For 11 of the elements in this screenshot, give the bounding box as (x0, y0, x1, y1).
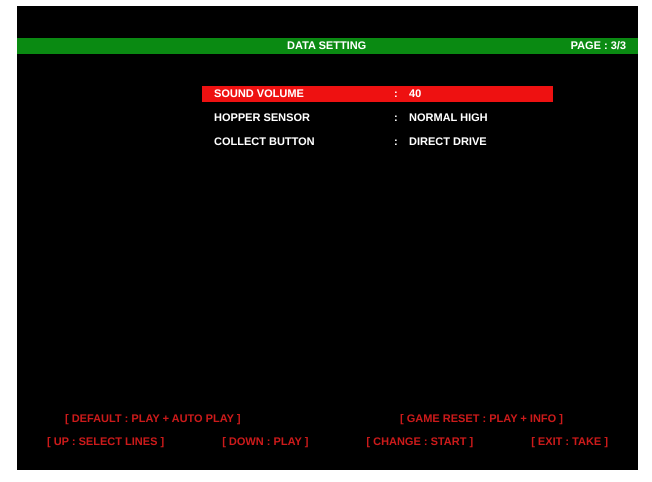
key-hint: [ DOWN : PLAY ] (222, 434, 308, 450)
key-hint: [ GAME RESET : PLAY + INFO ] (400, 412, 563, 427)
key-hint: [ UP : SELECT LINES ] (47, 434, 164, 450)
key-hint: [ DEFAULT : PLAY + AUTO PLAY ] (65, 412, 242, 427)
key-hint: [ EXIT : TAKE ] (531, 434, 608, 450)
screen-title: DATA SETTING (287, 38, 368, 54)
setting-row[interactable]: HOPPER SENSOR : NORMAL HIGH (202, 110, 553, 126)
setting-row[interactable]: SOUND VOLUME : 40 (202, 86, 553, 102)
key-hint: [ CHANGE : START ] (366, 434, 474, 450)
page-indicator: PAGE : 3/3 (570, 38, 627, 54)
setting-row[interactable]: COLLECT BUTTON : DIRECT DRIVE (202, 134, 553, 150)
